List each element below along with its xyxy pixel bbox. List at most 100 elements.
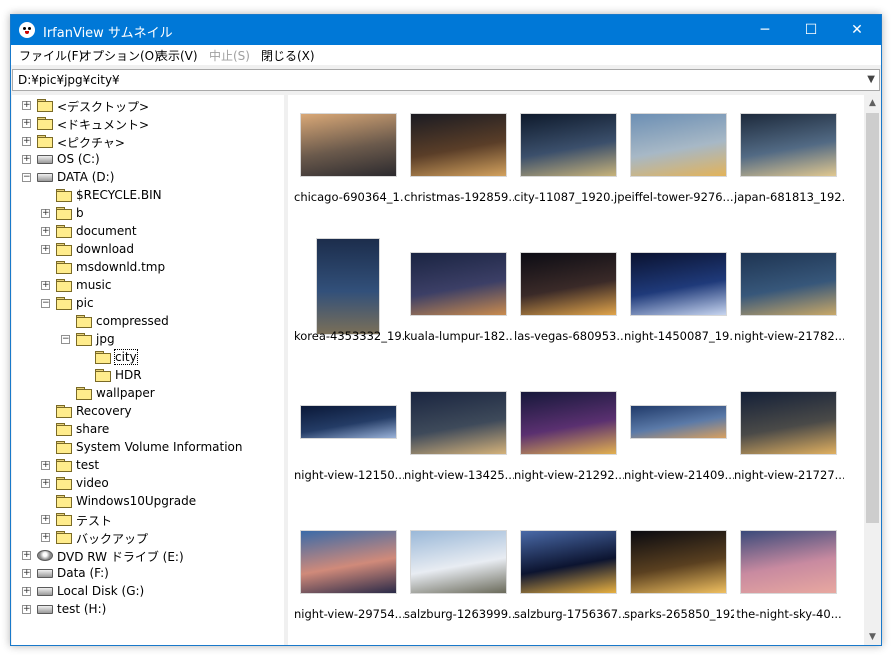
scrollbar-thumb[interactable] [866, 113, 879, 523]
drive-icon [37, 569, 53, 578]
tree-item-label: Recovery [76, 404, 132, 418]
folder-icon [56, 441, 72, 454]
thumbnail-item[interactable]: the-night-sky-40... [734, 516, 842, 645]
expand-icon[interactable]: + [22, 119, 31, 128]
expand-icon[interactable]: + [22, 605, 31, 614]
irfanview-thumbnails-window: IrfanView サムネイル ─ ☐ ✕ ファイル(F) オプション(O) 表… [10, 14, 882, 646]
tree-item-label: <ピクチャ> [57, 136, 125, 150]
expand-icon[interactable]: + [41, 281, 50, 290]
collapse-icon[interactable]: − [61, 335, 70, 344]
thumbnail-item[interactable]: night-view-21727... [734, 377, 844, 516]
thumbnail-item[interactable]: night-view-29754... [294, 516, 404, 645]
thumbnail-filename: korea-4353332_19... [294, 329, 404, 343]
path-value[interactable]: D:¥pic¥jpg¥city¥ [18, 73, 120, 87]
thumbnail-item[interactable]: kuala-lumpur-182... [404, 238, 514, 377]
expand-icon[interactable]: + [41, 479, 50, 488]
maximize-button[interactable]: ☐ [788, 15, 834, 45]
tree-item-label: pic [76, 296, 94, 310]
expand-icon[interactable]: + [22, 155, 31, 164]
thumbnail-filename: las-vegas-680953... [514, 329, 624, 343]
expand-icon[interactable]: + [41, 533, 50, 542]
thumbnail-item[interactable]: night-view-21409... [624, 377, 734, 516]
thumbnail-item[interactable]: christmas-192859... [404, 99, 514, 238]
thumbnail-image[interactable] [520, 113, 617, 177]
menu-close[interactable]: 閉じる(X) [261, 47, 315, 64]
expand-icon[interactable]: + [41, 515, 50, 524]
drive-icon [37, 173, 53, 182]
tree-item-label: wallpaper [96, 386, 155, 400]
thumbnail-item[interactable]: japan-681813_192... [734, 99, 844, 238]
thumbnail-image[interactable] [316, 238, 380, 335]
thumbnail-item[interactable]: salzburg-1263999... [404, 516, 514, 645]
thumbnail-image[interactable] [630, 252, 727, 316]
expand-icon[interactable]: + [22, 101, 31, 110]
expand-icon[interactable]: + [41, 209, 50, 218]
expand-icon[interactable]: + [41, 461, 50, 470]
menu-file[interactable]: ファイル(F) [19, 47, 83, 64]
folder-icon [56, 279, 72, 292]
scroll-up-arrow-icon[interactable]: ▲ [864, 95, 881, 112]
thumbnail-filename: japan-681813_192... [734, 190, 844, 204]
drive-icon [37, 587, 53, 596]
thumbnail-item[interactable]: night-view-21782... [734, 238, 844, 377]
menu-stop[interactable]: 中止(S) [209, 47, 250, 64]
thumbnail-image[interactable] [410, 391, 507, 455]
expand-icon[interactable]: + [22, 551, 31, 560]
thumbnail-image[interactable] [740, 530, 837, 594]
folder-icon [37, 117, 53, 130]
chevron-down-icon[interactable]: ▼ [867, 74, 875, 85]
thumbnail-filename: kuala-lumpur-182... [404, 329, 514, 343]
expand-icon[interactable]: + [22, 569, 31, 578]
tree-item-label: バックアップ [76, 532, 149, 546]
menu-options[interactable]: オプション(O) [80, 47, 159, 64]
thumbnail-image[interactable] [410, 113, 507, 177]
menu-view[interactable]: 表示(V) [156, 47, 198, 64]
minimize-button[interactable]: ─ [742, 15, 788, 45]
folder-tree[interactable]: + <デスクトップ> + <ドキュメント> + <ピクチャ> + OS (C:) − DATA (… [12, 95, 284, 645]
close-button[interactable]: ✕ [834, 15, 880, 45]
thumbnail-image[interactable] [630, 113, 727, 177]
thumbnail-image[interactable] [740, 252, 837, 316]
thumbnail-item[interactable]: eiffel-tower-9276... [624, 99, 734, 238]
thumbnail-image[interactable] [630, 530, 727, 594]
thumbnail-filename: sparks-265850_192... [624, 607, 734, 621]
thumbnail-image[interactable] [300, 405, 397, 439]
path-combobox[interactable]: D:¥pic¥jpg¥city¥ ▼ [12, 69, 880, 91]
title-bar[interactable]: IrfanView サムネイル ─ ☐ ✕ [11, 15, 881, 45]
expand-icon[interactable]: + [22, 587, 31, 596]
expand-icon[interactable]: + [22, 137, 31, 146]
tree-item-label: Data (F:) [57, 566, 109, 580]
scroll-down-arrow-icon[interactable]: ▼ [864, 629, 881, 645]
folder-icon [76, 333, 92, 346]
thumbnail-item[interactable]: salzburg-1756367... [514, 516, 624, 645]
expand-icon[interactable]: + [41, 245, 50, 254]
thumbnail-image[interactable] [300, 530, 397, 594]
vertical-scrollbar[interactable]: ▲ ▼ [864, 95, 881, 645]
thumbnail-item[interactable]: night-view-21292... [514, 377, 624, 516]
thumbnail-image[interactable] [630, 405, 727, 439]
thumbnail-image[interactable] [520, 252, 617, 316]
thumbnail-item[interactable]: chicago-690364_1... [294, 99, 404, 238]
thumbnail-item[interactable]: korea-4353332_19... [294, 238, 404, 377]
thumbnail-image[interactable] [520, 530, 617, 594]
collapse-icon[interactable]: − [22, 173, 31, 182]
thumbnail-image[interactable] [410, 530, 507, 594]
collapse-icon[interactable]: − [41, 299, 50, 308]
thumbnail-image[interactable] [740, 391, 837, 455]
thumbnail-grid[interactable]: chicago-690364_1... christmas-192859... ci… [288, 95, 864, 645]
thumbnail-item[interactable]: las-vegas-680953... [514, 238, 624, 377]
expand-icon[interactable]: + [41, 227, 50, 236]
thumbnail-item[interactable]: night-view-12150... [294, 377, 404, 516]
folder-open-icon [95, 351, 111, 364]
thumbnail-item[interactable]: night-1450087_19... [624, 238, 734, 377]
thumbnail-item[interactable]: night-view-13425... [404, 377, 514, 516]
dvd-drive-icon [37, 550, 53, 561]
thumbnail-image[interactable] [410, 252, 507, 316]
thumbnail-image[interactable] [520, 391, 617, 455]
thumbnail-filename: the-night-sky-40... [736, 607, 842, 621]
thumbnail-image[interactable] [740, 113, 837, 177]
tree-item-label: DATA (D:) [57, 170, 115, 184]
thumbnail-image[interactable] [300, 113, 397, 177]
thumbnail-item[interactable]: city-11087_1920.jpg [514, 99, 624, 238]
thumbnail-item[interactable]: sparks-265850_192... [624, 516, 734, 645]
